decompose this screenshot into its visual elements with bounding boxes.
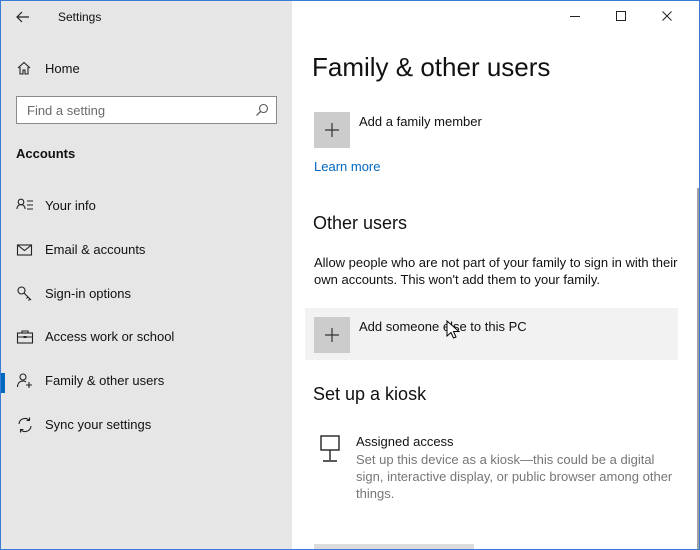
page-title: Family & other users [312, 52, 551, 82]
maximize-icon [616, 11, 626, 21]
plus-tile [314, 317, 350, 353]
plus-tile [314, 112, 350, 148]
close-button[interactable] [653, 5, 681, 27]
add-someone-else-label: Add someone else to this PC [359, 319, 527, 334]
minimize-button[interactable] [561, 5, 589, 27]
minimize-icon [570, 16, 580, 17]
other-users-heading: Other users [313, 213, 408, 233]
back-arrow-icon [16, 11, 29, 23]
other-users-description: Allow people who are not part of your fa… [314, 255, 678, 287]
sidebar-item-label: Email & accounts [45, 241, 146, 257]
home-icon [17, 61, 31, 75]
mouse-cursor-icon [446, 320, 460, 339]
window-controls [561, 1, 699, 33]
person-add-icon [16, 373, 32, 389]
main-content: Family & other users Add a family member… [292, 1, 699, 549]
sidebar: Settings Home Accounts Your [1, 1, 292, 549]
scrollbar-thumb[interactable] [697, 188, 699, 549]
assigned-access-title: Assigned access [356, 434, 454, 449]
maximize-button[interactable] [607, 5, 635, 27]
section-title: Accounts [16, 146, 76, 161]
sidebar-item-email-accounts[interactable]: Email & accounts [1, 230, 292, 274]
app-title: Settings [58, 10, 102, 24]
sidebar-nav: Your info Email & accounts Sign-in optio… [1, 186, 292, 449]
cut-off-content [314, 541, 534, 549]
briefcase-icon [16, 330, 34, 344]
plus-icon [325, 328, 339, 342]
plus-icon [325, 123, 339, 137]
home-nav-item[interactable]: Home [1, 53, 292, 83]
back-button[interactable] [11, 5, 35, 29]
kiosk-icon [320, 435, 340, 462]
add-family-member-label: Add a family member [359, 114, 482, 129]
title-bar: Settings [1, 1, 292, 33]
sidebar-item-sync-settings[interactable]: Sync your settings [1, 405, 292, 449]
home-label: Home [45, 61, 80, 76]
close-icon [662, 11, 672, 21]
add-family-member-button[interactable]: Add a family member [305, 103, 678, 155]
sidebar-item-label: Sync your settings [45, 416, 152, 432]
sidebar-item-label: Sign-in options [45, 285, 131, 301]
kiosk-heading: Set up a kiosk [313, 384, 427, 404]
active-indicator [1, 373, 5, 394]
assigned-access-item[interactable]: Assigned access Set up this device as a … [314, 429, 684, 509]
key-icon [17, 286, 32, 301]
add-someone-else-button[interactable]: Add someone else to this PC [305, 308, 678, 360]
mail-icon [16, 244, 33, 256]
learn-more-link[interactable]: Learn more [314, 159, 380, 174]
person-list-icon [16, 198, 33, 210]
sidebar-item-sign-in-options[interactable]: Sign-in options [1, 274, 292, 318]
assigned-access-description: Set up this device as a kiosk—this could… [356, 452, 673, 501]
search-input[interactable] [17, 97, 247, 123]
sidebar-item-family-other-users[interactable]: Family & other users [1, 361, 292, 405]
sidebar-item-access-work-school[interactable]: Access work or school [1, 317, 292, 361]
sidebar-item-label: Access work or school [45, 329, 175, 345]
sidebar-item-label: Family & other users [45, 373, 165, 389]
sync-icon [18, 417, 32, 433]
settings-window: Settings Home Accounts Your [0, 0, 700, 550]
scrollbar[interactable] [695, 33, 699, 549]
search-box[interactable] [16, 96, 277, 124]
search-icon[interactable] [254, 102, 270, 118]
sidebar-item-your-info[interactable]: Your info [1, 186, 292, 230]
sidebar-item-label: Your info [45, 198, 96, 213]
